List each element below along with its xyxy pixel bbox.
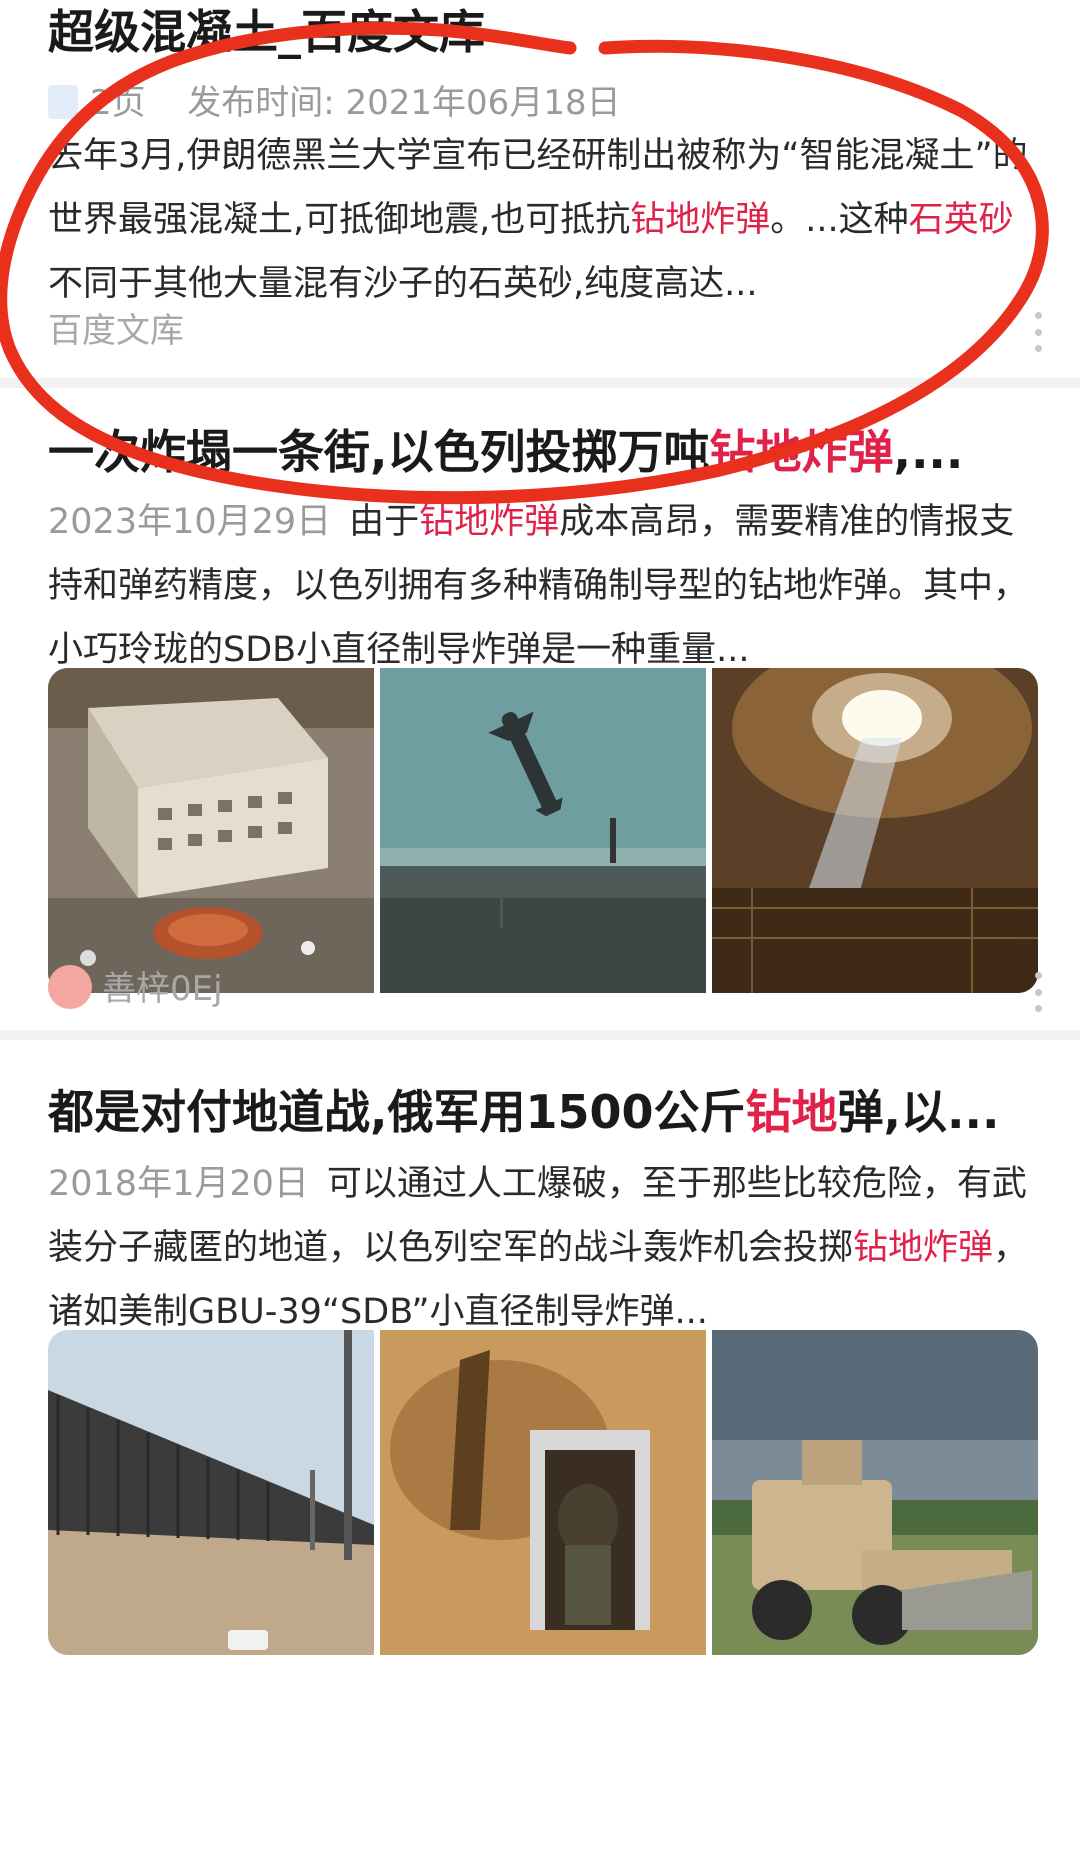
result-date: 2023年10月29日	[48, 502, 332, 542]
text-segment: 一次炸塌一条街,以色列投掷万吨	[48, 425, 710, 479]
result-image-aerial-buildings[interactable]	[48, 668, 374, 993]
result-image-military-vehicle[interactable]	[712, 1330, 1038, 1655]
divider	[0, 378, 1080, 388]
more-options-icon[interactable]	[1032, 312, 1044, 352]
result-image-tunnel-soldier[interactable]	[380, 1330, 706, 1655]
result-image-bunker-ceiling-hole[interactable]	[712, 668, 1038, 993]
text-segment: ,...	[893, 425, 964, 479]
result-date: 2018年1月20日	[48, 1164, 309, 1204]
text-segment: 不同于其他大量混有沙子的石英砂,纯度高达...	[48, 264, 758, 304]
result-snippet: 2023年10月29日 由于钻地炸弹成本高昂，需要精准的情报支持和弹药精度，以色列…	[48, 490, 1038, 682]
highlighted-keyword: 钻地炸弹	[853, 1228, 994, 1268]
highlighted-keyword: 钻地炸弹	[630, 200, 771, 240]
text-segment: 由于	[349, 502, 420, 542]
result-snippet: 2018年1月20日 可以通过人工爆破，至于那些比较危险，有武装分子藏匿的地道，以…	[48, 1152, 1038, 1344]
avatar	[48, 964, 92, 1009]
highlighted-keyword: 钻地炸弹	[419, 502, 560, 542]
result-title[interactable]: 一次炸塌一条街,以色列投掷万吨钻地炸弹,...	[48, 422, 1038, 482]
result-snippet: 去年3月,伊朗德黑兰大学宣布已经研制出被称为“智能混凝土”的世界最强混凝土,可抵…	[48, 124, 1038, 316]
highlighted-keyword: 石英砂	[908, 200, 1014, 240]
result-image-border-wall[interactable]	[48, 1330, 374, 1655]
highlighted-keyword: 钻地	[745, 1085, 838, 1139]
author-label: 善梓0Ej	[48, 964, 223, 1013]
result-title[interactable]: 都是对付地道战,俄军用1500公斤钻地弹,以...	[48, 1082, 1038, 1142]
image-row	[48, 1330, 1038, 1655]
text-segment: 。...这种	[770, 200, 909, 240]
text-segment: 弹,以...	[837, 1085, 1000, 1139]
result-image-falling-bomb[interactable]	[380, 668, 706, 993]
result-card-3[interactable]: 都是对付地道战,俄军用1500公斤钻地弹,以... 2018年1月20日 可以通过…	[0, 1040, 1080, 1858]
author-name: 善梓0Ej	[102, 969, 223, 1009]
page-count: 2页	[90, 83, 146, 123]
result-title[interactable]: 超级混凝土_百度文库	[48, 2, 1038, 62]
more-options-icon[interactable]	[1032, 972, 1044, 1012]
publish-time: 发布时间: 2021年06月18日	[187, 83, 621, 123]
result-meta: 2页 发布时间: 2021年06月18日	[48, 80, 621, 126]
result-card-2[interactable]: 一次炸塌一条街,以色列投掷万吨钻地炸弹,... 2023年10月29日 由于钻地炸…	[0, 388, 1080, 1028]
divider	[0, 1030, 1080, 1040]
highlighted-keyword: 钻地炸弹	[709, 425, 894, 479]
result-card-1[interactable]: 超级混凝土_百度文库 2页 发布时间: 2021年06月18日 去年3月,伊朗德…	[0, 0, 1080, 378]
document-icon	[48, 84, 78, 119]
source-label: 百度文库	[48, 311, 184, 351]
text-segment: 都是对付地道战,俄军用1500公斤	[48, 1085, 746, 1139]
image-row	[48, 668, 1038, 993]
